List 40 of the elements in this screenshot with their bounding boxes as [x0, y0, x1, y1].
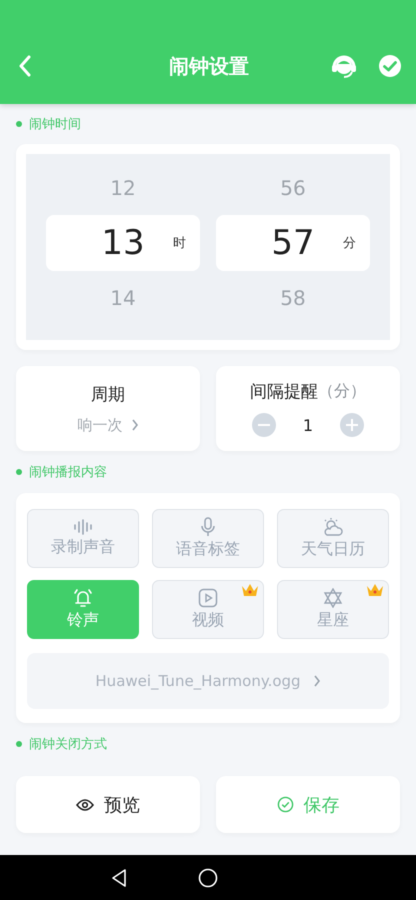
home-icon[interactable]: [198, 868, 218, 888]
picker-value[interactable]: 58: [280, 286, 306, 310]
minus-button[interactable]: [252, 413, 276, 437]
microphone-icon: [201, 517, 215, 537]
content-option[interactable]: 录制声音: [27, 509, 139, 568]
content-option[interactable]: 视频: [152, 580, 264, 639]
check-circle-icon: [276, 796, 294, 813]
interval-title: 间隔提醒: [250, 381, 318, 403]
star-icon: [323, 588, 343, 608]
repeat-value: 响一次: [78, 416, 122, 434]
section-label: 闹钟时间: [29, 116, 81, 133]
preview-button[interactable]: 预览: [16, 776, 200, 833]
chevron-right-icon: [130, 419, 138, 431]
interval-value: 1: [302, 416, 314, 434]
save-button[interactable]: 保存: [216, 776, 400, 833]
picker-value[interactable]: 14: [110, 286, 136, 310]
content-option[interactable]: 语音标签: [152, 509, 264, 568]
content-option[interactable]: 天气日历: [277, 509, 389, 568]
plus-button[interactable]: [340, 413, 364, 437]
picker-value[interactable]: 12: [110, 176, 136, 200]
eye-icon: [76, 798, 94, 812]
page-title: 闹钟设置: [169, 52, 249, 80]
repeat-card[interactable]: 周期 响一次: [16, 366, 200, 451]
content-option[interactable]: 星座: [277, 580, 389, 639]
sun-cloud-icon: [322, 517, 344, 537]
selected-time-box[interactable]: 13 时: [46, 215, 200, 271]
ringtone-selector[interactable]: Huawei_Tune_Harmony.ogg: [27, 653, 389, 709]
play-icon: [198, 588, 218, 608]
check-circle-icon[interactable]: [378, 54, 402, 78]
bell-icon: [72, 588, 94, 608]
back-icon[interactable]: [110, 868, 128, 888]
interval-unit: （分）: [318, 381, 366, 402]
repeat-title: 周期: [91, 384, 125, 406]
section-label: 闹钟播报内容: [29, 464, 107, 481]
section-label: 闹钟关闭方式: [29, 736, 107, 753]
sound-wave-icon: [73, 519, 93, 535]
picker-value[interactable]: 56: [280, 176, 306, 200]
selected-time-box[interactable]: 57 分: [216, 215, 370, 271]
chevron-right-icon: [312, 675, 321, 687]
content-option[interactable]: 铃声: [27, 580, 139, 639]
